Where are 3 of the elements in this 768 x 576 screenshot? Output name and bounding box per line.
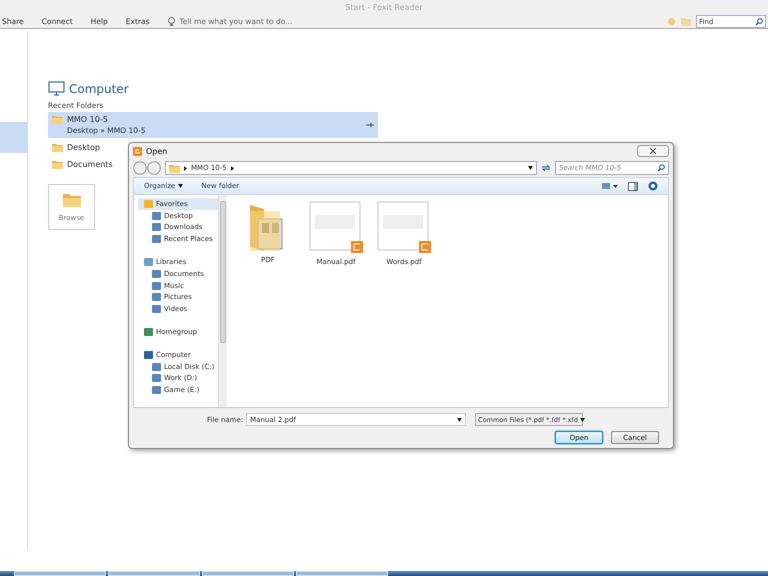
dialog-title: Open [146, 146, 168, 156]
window-title: Start - Foxit Reader [344, 2, 424, 14]
section-heading: Computer [69, 82, 129, 96]
